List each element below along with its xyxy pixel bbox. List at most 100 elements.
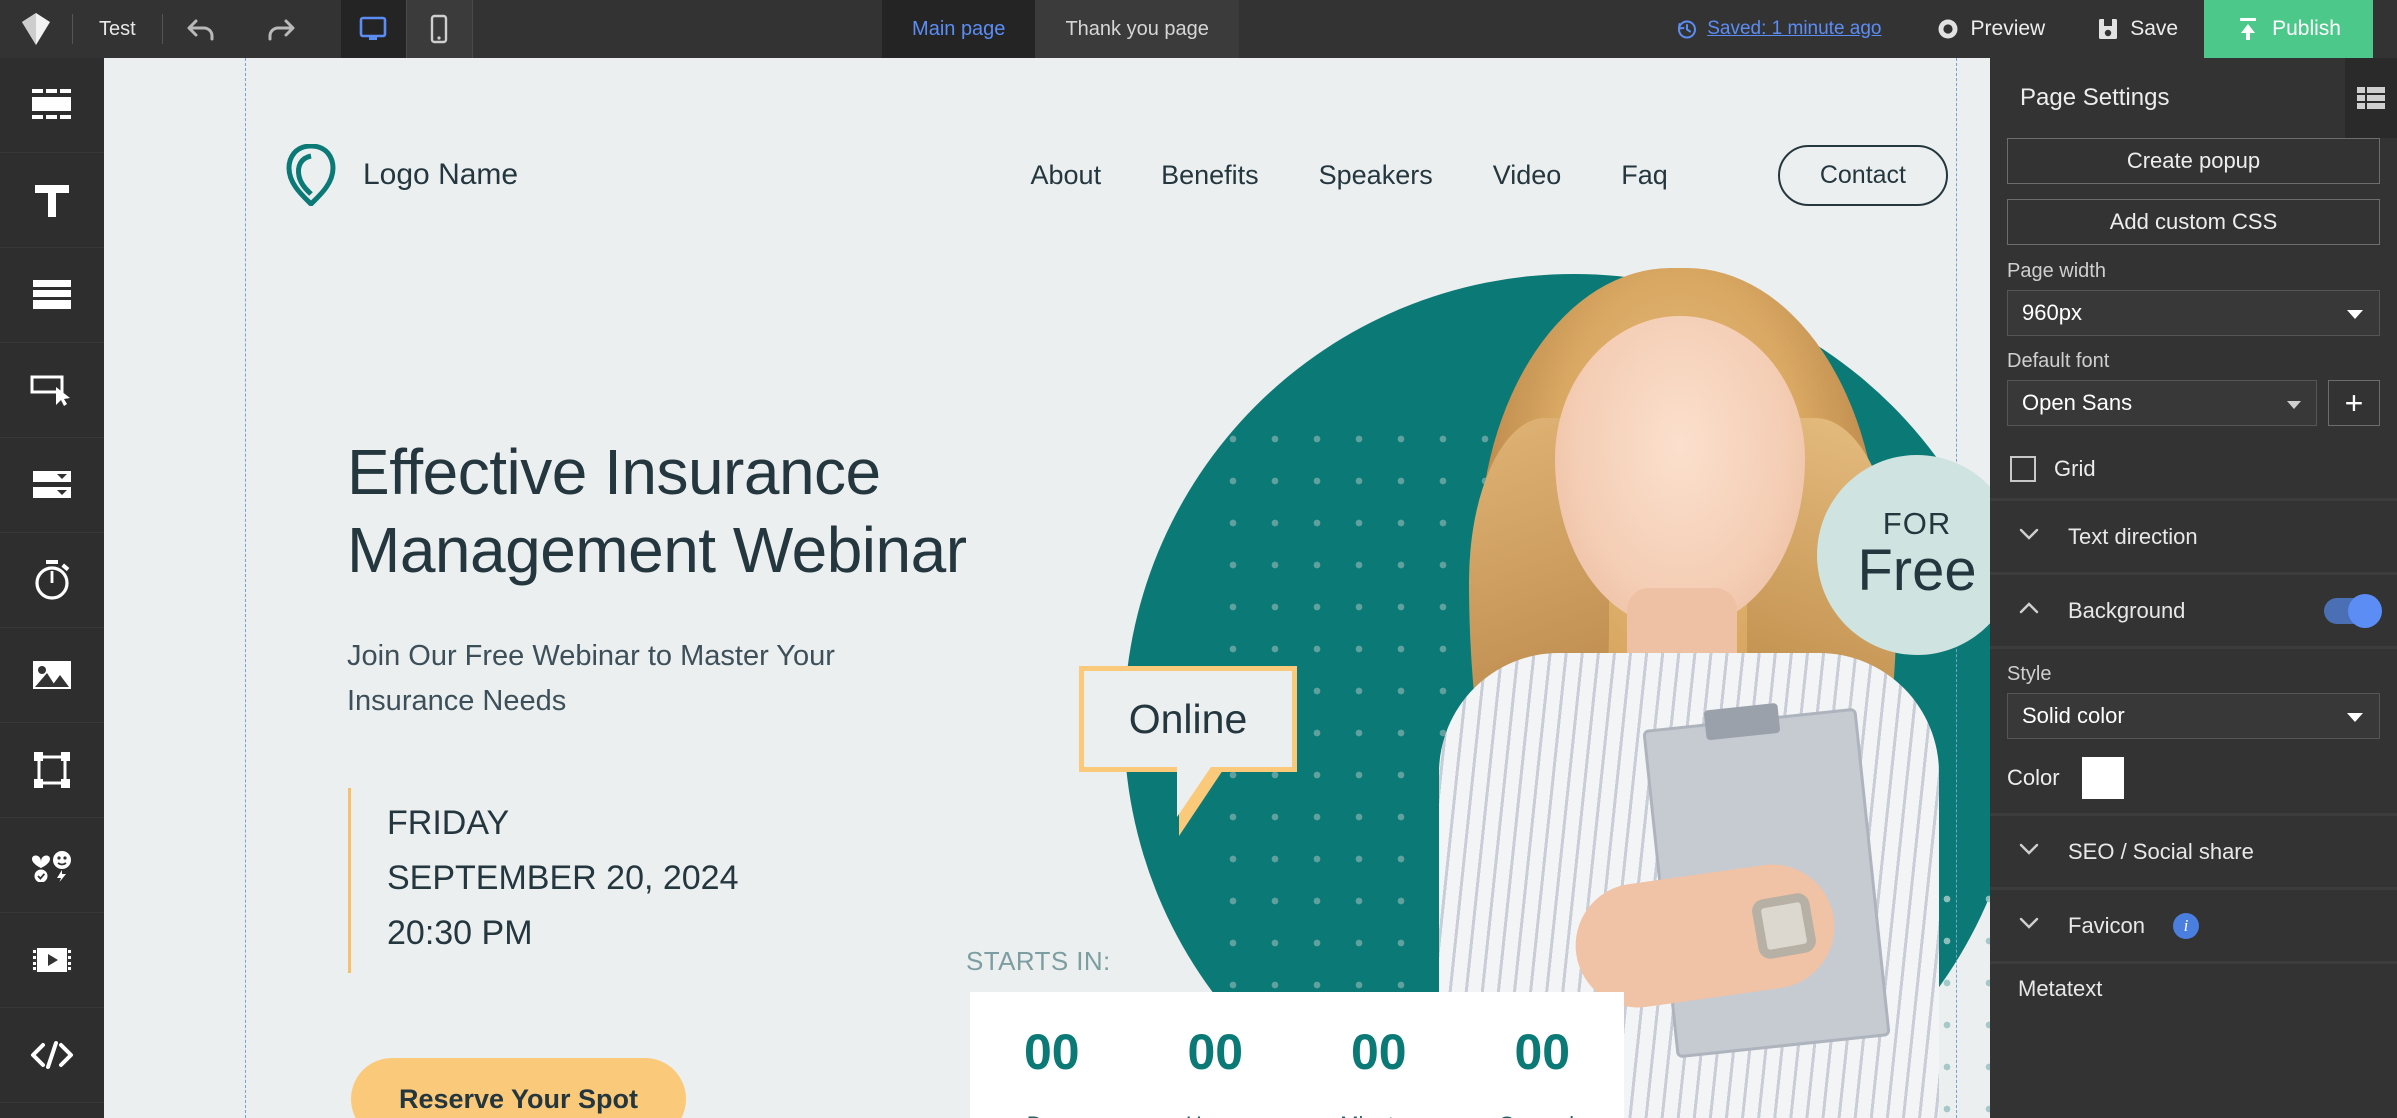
sidebar-item-timer[interactable] — [0, 533, 104, 628]
section-seo-social-share[interactable]: SEO / Social share — [1990, 816, 2397, 890]
section-favicon[interactable]: Favicon i — [1990, 890, 2397, 964]
tab-thank-you-page[interactable]: Thank you page — [1035, 0, 1239, 58]
page-width-label: Page width — [2007, 260, 2106, 282]
countdown-timer[interactable]: 00 Days 00 Hours 00 Minutes 00 Seconds — [970, 992, 1624, 1118]
hero-date-time: 20:30 PM — [387, 914, 533, 953]
background-color-row: Color — [2007, 757, 2380, 799]
sidebar-item-dropdown[interactable] — [0, 438, 104, 533]
reserve-your-spot-button[interactable]: Reserve Your Spot — [351, 1058, 686, 1118]
landing-page-preview: Logo Name About Benefits Speakers Video … — [104, 58, 1990, 1118]
nav-link-faq[interactable]: Faq — [1621, 160, 1668, 191]
default-font-select[interactable]: Open Sans — [2007, 380, 2317, 426]
online-speech-bubble[interactable]: Online — [1079, 666, 1297, 772]
site-logo[interactable]: Logo Name — [245, 144, 518, 206]
grid-checkbox-row[interactable]: Grid — [2007, 456, 2380, 482]
countdown-days-label: Days — [977, 1112, 1127, 1118]
background-toggle[interactable] — [2324, 593, 2382, 628]
countdown-cell-hours: 00 Hours — [1140, 1022, 1290, 1118]
badge-top-label: FOR — [1882, 505, 1952, 541]
countdown-hours-label: Hours — [1140, 1112, 1290, 1118]
background-color-label: Color — [2007, 765, 2060, 790]
device-desktop-button[interactable] — [340, 0, 407, 58]
sidebar-item-code[interactable] — [0, 1008, 104, 1103]
nav-link-about[interactable]: About — [1031, 160, 1102, 191]
publish-button[interactable]: Publish — [2204, 0, 2373, 58]
layers-list-button[interactable] — [2345, 58, 2397, 138]
saved-status[interactable]: Saved: 1 minute ago — [1648, 0, 1909, 58]
background-color-swatch[interactable] — [2081, 757, 2124, 799]
eye-icon — [1938, 19, 1958, 39]
icons-icon — [32, 851, 71, 882]
page-settings-panel: Page Settings Create popup Add custom CS… — [1990, 58, 2397, 1118]
countdown-days-value: 00 — [1023, 1024, 1080, 1080]
chevron-down-icon — [2345, 300, 2365, 326]
device-mobile-button[interactable] — [406, 0, 473, 58]
preview-label: Preview — [1970, 17, 2046, 40]
countdown-minutes-value: 00 — [1350, 1024, 1407, 1080]
section-background[interactable]: Background — [1990, 575, 2397, 649]
hero-person-photo — [1359, 268, 1990, 1118]
section-title: SEO / Social share — [2068, 838, 2254, 864]
hero-date-day: FRIDAY — [387, 804, 510, 842]
default-font-value: Open Sans — [2022, 390, 2133, 415]
top-toolbar: Test Main page Thank you page Saved: 1 m… — [0, 0, 2397, 58]
site-header[interactable]: Logo Name About Benefits Speakers Video … — [245, 120, 1956, 230]
app-logo-icon[interactable] — [0, 0, 72, 58]
redo-button[interactable] — [241, 0, 319, 58]
hero-date-block[interactable]: FRIDAY SEPTEMBER 20, 2024 20:30 PM — [387, 796, 907, 961]
hero-subheadline[interactable]: Join Our Free Webinar to Master Your Ins… — [347, 634, 947, 724]
list-view-icon — [2357, 87, 2385, 109]
sidebar-item-form[interactable] — [0, 248, 104, 343]
background-style-value: Solid color — [2022, 703, 2125, 728]
chevron-down-icon — [2018, 916, 2040, 935]
project-title[interactable]: Test — [73, 0, 162, 58]
video-icon — [32, 948, 72, 972]
sidebar-item-button[interactable] — [0, 343, 104, 438]
save-button[interactable]: Save — [2071, 0, 2204, 58]
sidebar-item-video[interactable] — [0, 913, 104, 1008]
button-icon — [30, 375, 70, 406]
sidebar-item-blocks[interactable] — [0, 58, 104, 153]
tab-main-page[interactable]: Main page — [882, 0, 1036, 58]
page-canvas[interactable]: Logo Name About Benefits Speakers Video … — [104, 58, 1990, 1118]
sidebar-item-text[interactable] — [0, 153, 104, 248]
grid-checkbox[interactable] — [2010, 456, 2036, 482]
timer-icon — [35, 560, 70, 600]
countdown-seconds-label: Seconds — [1467, 1112, 1617, 1118]
preview-button[interactable]: Preview — [1910, 0, 2072, 58]
undo-icon — [187, 19, 214, 41]
info-icon[interactable]: i — [2173, 912, 2200, 939]
publish-label: Publish — [2272, 17, 2341, 40]
nav-link-benefits[interactable]: Benefits — [1161, 160, 1259, 191]
sidebar-item-image[interactable] — [0, 628, 104, 723]
undo-button[interactable] — [163, 0, 241, 58]
chevron-down-icon — [2345, 703, 2365, 729]
redo-icon — [268, 19, 295, 41]
site-logo-text: Logo Name — [363, 158, 519, 191]
section-metatext[interactable]: Metatext — [1990, 964, 2397, 1014]
topbar-actions: Saved: 1 minute ago Preview Save Publish — [1648, 0, 2397, 58]
countdown-cell-seconds: 00 Seconds — [1467, 1022, 1617, 1118]
section-text-direction[interactable]: Text direction — [1990, 501, 2397, 575]
hero-headline[interactable]: Effective Insurance Management Webinar — [347, 433, 1107, 589]
left-tool-rail — [0, 58, 104, 1118]
desktop-icon — [359, 16, 387, 40]
grid-label: Grid — [2054, 456, 2096, 481]
panel-body: Create popup Add custom CSS Page width 9… — [1990, 138, 2397, 482]
nav-link-video[interactable]: Video — [1493, 160, 1562, 191]
nav-contact-button[interactable]: Contact — [1777, 144, 1948, 206]
form-icon — [33, 280, 71, 309]
hero-date-date: SEPTEMBER 20, 2024 — [387, 859, 739, 898]
sidebar-item-shape[interactable] — [0, 723, 104, 818]
badge-bottom-label: Free — [1857, 537, 1977, 603]
sidebar-item-icons[interactable] — [0, 818, 104, 913]
nav-link-speakers[interactable]: Speakers — [1319, 160, 1433, 191]
add-custom-css-button[interactable]: Add custom CSS — [2007, 199, 2380, 245]
add-font-button[interactable]: + — [2328, 380, 2380, 426]
countdown-cell-minutes: 00 Minutes — [1304, 1022, 1454, 1118]
section-title: Background — [2068, 597, 2186, 623]
background-style-select[interactable]: Solid color — [2007, 693, 2380, 739]
countdown-seconds-value: 00 — [1514, 1024, 1571, 1080]
create-popup-button[interactable]: Create popup — [2007, 138, 2380, 184]
page-width-select[interactable]: 960px — [2007, 290, 2380, 336]
